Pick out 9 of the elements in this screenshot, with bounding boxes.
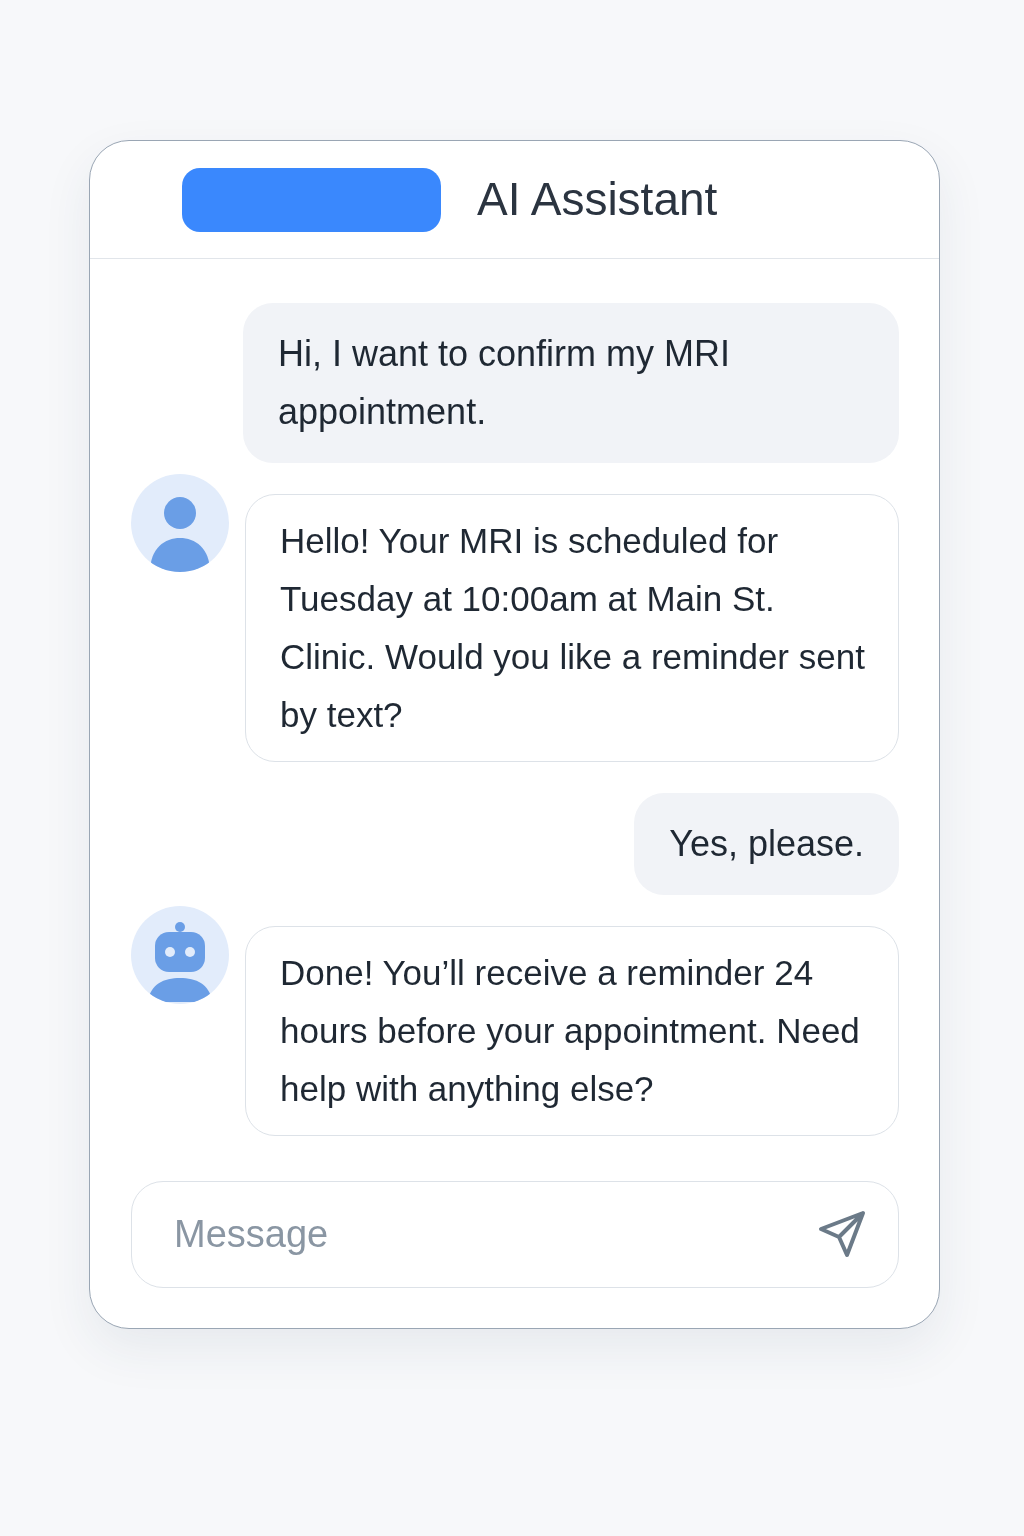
send-button[interactable]: [817, 1209, 867, 1259]
send-icon: [817, 1209, 867, 1259]
assistant-message: Done! You’ll receive a reminder 24 hours before your appointment. Need help with anything else?: [245, 926, 899, 1136]
user-message: Hi, I want to confirm my MRI appointment.: [243, 303, 899, 463]
person-icon: [149, 496, 211, 572]
assistant-message: Hello! Your MRI is scheduled for Tuesday at 10:00am at Main St. Clinic. Would you like a reminder sent by text?: [245, 494, 899, 762]
chat-title: AI Assistant: [477, 172, 718, 227]
message-field[interactable]: Message: [131, 1181, 899, 1288]
user-message: Yes, please.: [634, 793, 899, 895]
